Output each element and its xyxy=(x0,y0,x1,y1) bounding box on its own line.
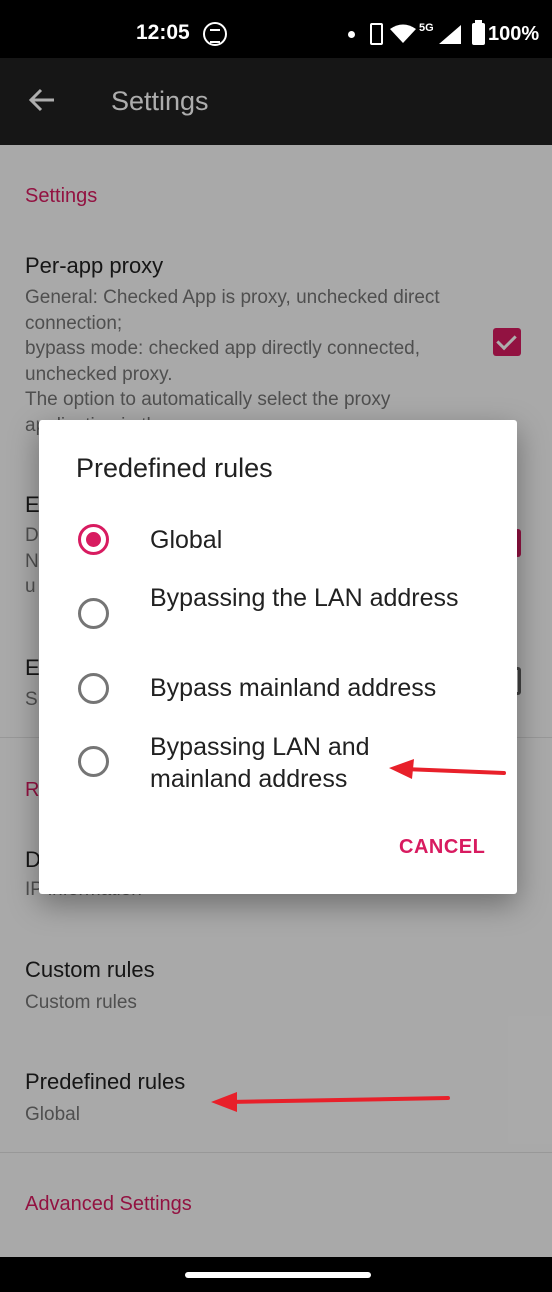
annotation-arrows xyxy=(211,759,506,1112)
annotation-arrow-predefined-rules xyxy=(211,1092,450,1112)
annotation-arrow-dialog xyxy=(389,759,506,779)
